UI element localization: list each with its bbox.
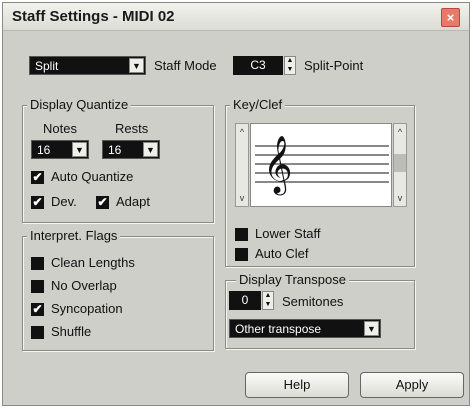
- split-point-stepper[interactable]: ▲ ▼: [284, 56, 296, 75]
- notes-dropdown[interactable]: 16 ▼: [31, 140, 89, 159]
- adapt-label: Adapt: [116, 194, 150, 209]
- staff-mode-label: Staff Mode: [154, 58, 217, 73]
- checkbox-box[interactable]: [31, 280, 44, 293]
- shuffle-label: Shuffle: [51, 324, 92, 339]
- check-icon[interactable]: ✔: [31, 171, 44, 184]
- scroll-up-icon[interactable]: ^: [394, 125, 406, 139]
- check-icon[interactable]: ✔: [31, 303, 44, 316]
- staff-preview: 𝄞: [250, 123, 392, 207]
- title-bar: Staff Settings - MIDI 02 ×: [3, 3, 469, 31]
- scroll-down-icon[interactable]: v: [236, 191, 248, 205]
- arrow-up-icon[interactable]: ▲: [285, 57, 295, 65]
- split-point-label: Split-Point: [304, 58, 364, 73]
- interpret-flags-title: Interpret. Flags: [27, 228, 121, 243]
- chevron-down-icon: ▼: [129, 58, 144, 73]
- no-overlap-label: No Overlap: [51, 278, 117, 293]
- key-clef-title: Key/Clef: [230, 97, 286, 112]
- arrow-up-icon[interactable]: ▲: [263, 292, 273, 300]
- apply-button[interactable]: Apply: [360, 372, 464, 398]
- transpose-dropdown[interactable]: Other transpose ▼: [229, 319, 381, 338]
- rests-label: Rests: [115, 121, 149, 136]
- display-quantize-title: Display Quantize: [27, 97, 132, 112]
- lower-staff-label: Lower Staff: [255, 226, 321, 241]
- help-button[interactable]: Help: [245, 372, 349, 398]
- notes-label: Notes: [43, 121, 77, 136]
- chevron-down-icon: ▼: [364, 321, 379, 336]
- syncopation-label: Syncopation: [51, 301, 123, 316]
- checkbox-box[interactable]: [31, 257, 44, 270]
- check-icon[interactable]: ✔: [31, 196, 44, 209]
- rests-dropdown[interactable]: 16 ▼: [102, 140, 160, 159]
- notes-value: 16: [37, 143, 51, 157]
- staff-mode-value: Split: [35, 59, 59, 73]
- check-icon[interactable]: ✔: [96, 196, 109, 209]
- staff-mode-dropdown[interactable]: Split ▼: [29, 56, 146, 75]
- checkbox-box[interactable]: [235, 248, 248, 261]
- transpose-value: Other transpose: [235, 322, 322, 336]
- clean-lengths-label: Clean Lengths: [51, 255, 135, 270]
- treble-clef-icon: 𝄞: [263, 135, 293, 193]
- close-icon[interactable]: ×: [441, 8, 460, 27]
- scroll-down-icon[interactable]: v: [394, 191, 406, 205]
- auto-clef-label: Auto Clef: [255, 246, 309, 261]
- rests-value: 16: [108, 143, 122, 157]
- semitones-stepper[interactable]: ▲ ▼: [262, 291, 274, 310]
- arrow-down-icon[interactable]: ▼: [285, 66, 295, 74]
- semitones-label: Semitones: [282, 294, 344, 309]
- scroll-up-icon[interactable]: ^: [236, 125, 248, 139]
- clef-scrollbar[interactable]: ^ v: [393, 123, 407, 207]
- arrow-down-icon[interactable]: ▼: [263, 301, 273, 309]
- chevron-down-icon: ▼: [143, 142, 158, 157]
- window-title: Staff Settings - MIDI 02: [12, 8, 175, 25]
- chevron-down-icon: ▼: [72, 142, 87, 157]
- auto-quantize-label: Auto Quantize: [51, 169, 134, 184]
- staff-settings-window: Staff Settings - MIDI 02 × Split ▼ Staff…: [2, 2, 470, 406]
- checkbox-box[interactable]: [235, 228, 248, 241]
- semitones-field[interactable]: 0: [229, 291, 261, 310]
- scroll-thumb[interactable]: [394, 154, 406, 172]
- dev-label: Dev.: [51, 194, 77, 209]
- split-point-field[interactable]: C3: [233, 56, 283, 75]
- display-transpose-title: Display Transpose: [236, 272, 349, 287]
- checkbox-box[interactable]: [31, 326, 44, 339]
- key-scrollbar[interactable]: ^ v: [235, 123, 249, 207]
